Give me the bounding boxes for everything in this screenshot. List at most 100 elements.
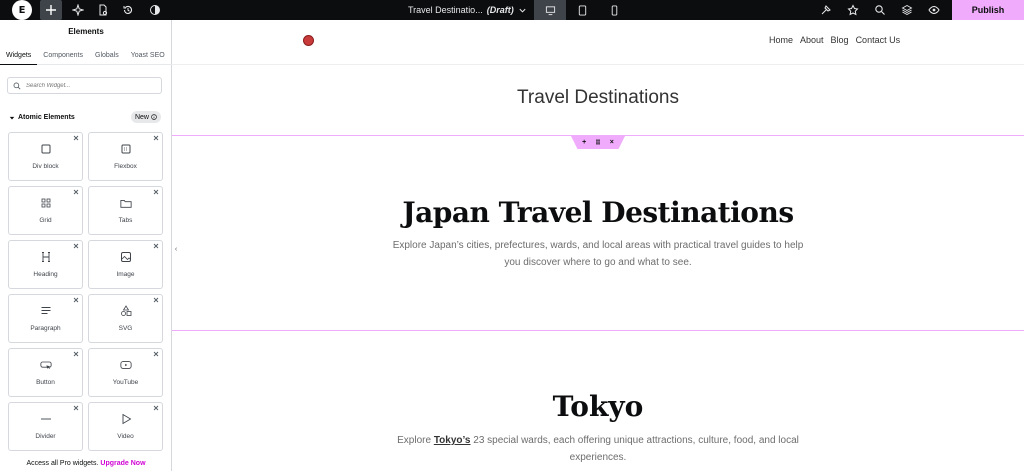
nav-contact-us[interactable]: Contact Us [856, 35, 901, 45]
pro-lock-icon [153, 243, 159, 249]
page-title[interactable]: Travel Destinations [172, 87, 1024, 109]
header-divider [172, 64, 1024, 65]
search-icon [13, 82, 21, 90]
promo-text: Access all Pro widgets. [26, 460, 99, 467]
widget-label: Flexbox [114, 163, 137, 170]
widget-label: SVG [118, 325, 133, 332]
widget-label: Grid [39, 217, 52, 224]
pro-lock-icon [73, 297, 79, 303]
page-canvas: Home About Blog Contact Us Travel Destin… [172, 20, 1024, 471]
widget-divider[interactable]: Divider [8, 402, 83, 451]
pro-lock-icon [153, 135, 159, 141]
section-handle[interactable]: + ⠿ × [571, 136, 625, 149]
tokyo-text-before: Explore [397, 435, 432, 446]
tokyo-link[interactable]: Tokyo’s [434, 435, 471, 446]
info-icon [151, 114, 157, 120]
widget-paragraph[interactable]: Paragraph [8, 294, 83, 343]
tokyo-paragraph[interactable]: Explore Tokyo’s 23 special wards, each o… [388, 432, 808, 466]
tab-globals[interactable]: Globals [89, 51, 125, 65]
panel-title: Elements [68, 27, 104, 36]
widget-label: Heading [33, 271, 58, 278]
youtube-icon [89, 359, 162, 371]
section-outline-top [172, 135, 1024, 136]
widget-image[interactable]: Image [88, 240, 163, 289]
tabs-icon [89, 197, 162, 209]
widget-tabs[interactable]: Tabs [88, 186, 163, 235]
document-title: Travel Destinatio... [408, 5, 483, 15]
svg-icon [89, 305, 162, 317]
document-title-dropdown[interactable]: Travel Destinatio... (Draft) [408, 0, 527, 20]
integrations-icon[interactable] [844, 0, 862, 20]
tab-components[interactable]: Components [37, 51, 89, 65]
image-icon [89, 251, 162, 263]
widget-label: Tabs [118, 217, 133, 224]
widget-svg[interactable]: SVG [88, 294, 163, 343]
publish-button[interactable]: Publish [952, 0, 1024, 20]
widget-grid[interactable]: Grid [8, 186, 83, 235]
pro-lock-icon [73, 405, 79, 411]
nav-blog[interactable]: Blog [831, 35, 849, 45]
grid-icon [9, 197, 82, 209]
editor-topbar: E Travel Destinatio... (Draft) Publish [0, 0, 1024, 20]
widget-label: Button [36, 379, 55, 386]
upgrade-promo: Access all Pro widgets. Upgrade Now [0, 460, 172, 467]
elements-panel: Elements Widgets Components Globals Yoas… [0, 20, 172, 471]
nav-about[interactable]: About [800, 35, 824, 45]
pro-lock-icon [73, 135, 79, 141]
hero-paragraph[interactable]: Explore Japan’s cities, prefectures, war… [388, 237, 808, 271]
chevron-down-icon [518, 6, 527, 15]
pro-lock-icon [153, 297, 159, 303]
hero-heading[interactable]: Japan Travel Destinations [172, 196, 1024, 229]
widget-label: YouTube [112, 379, 139, 386]
widget-search[interactable] [7, 77, 162, 94]
widget-button[interactable]: Button [8, 348, 83, 397]
site-logo[interactable] [303, 35, 314, 46]
tablet-icon[interactable] [566, 0, 598, 20]
site-nav: Home About Blog Contact Us [769, 35, 900, 45]
ai-sparkle-icon[interactable] [68, 0, 88, 20]
nav-home[interactable]: Home [769, 35, 793, 45]
structure-layers-icon[interactable] [898, 0, 916, 20]
preview-eye-icon[interactable] [925, 0, 943, 20]
heading-icon [9, 251, 82, 263]
new-badge-label: New [134, 113, 149, 121]
upgrade-link[interactable]: Upgrade Now [100, 460, 145, 467]
widget-heading[interactable]: Heading [8, 240, 83, 289]
theme-contrast-icon[interactable] [145, 0, 165, 20]
widget-video[interactable]: Video [88, 402, 163, 451]
add-section-icon[interactable]: + [582, 139, 586, 146]
tab-widgets[interactable]: Widgets [0, 51, 38, 65]
widget-youtube[interactable]: YouTube [88, 348, 163, 397]
panel-tabs: Widgets Components Globals Yoast SEO [0, 51, 172, 65]
widget-label: Divider [35, 433, 56, 440]
div-block-icon [9, 143, 82, 155]
category-atomic-elements[interactable]: Atomic Elements New [9, 111, 161, 124]
page-settings-icon[interactable] [93, 0, 113, 20]
elementor-logo-icon[interactable]: E [12, 0, 32, 20]
search-input[interactable] [26, 82, 156, 89]
add-element-icon[interactable] [40, 0, 62, 20]
button-icon [9, 359, 82, 371]
delete-section-icon[interactable]: × [610, 139, 614, 146]
widget-div-block[interactable]: Div block [8, 132, 83, 181]
video-icon [89, 413, 162, 425]
desktop-icon[interactable] [534, 0, 566, 20]
section-outline-bottom [172, 330, 1024, 331]
pro-lock-icon [153, 189, 159, 195]
tab-yoast-seo[interactable]: Yoast SEO [125, 51, 171, 65]
pro-lock-icon [73, 243, 79, 249]
category-label: Atomic Elements [18, 114, 75, 121]
document-status: (Draft) [486, 5, 514, 15]
history-icon[interactable] [118, 0, 138, 20]
new-badge[interactable]: New [130, 111, 161, 123]
hammer-icon[interactable] [817, 0, 835, 20]
drag-handle-icon[interactable]: ⠿ [595, 139, 600, 147]
flexbox-icon [89, 143, 162, 155]
search-icon[interactable] [871, 0, 889, 20]
tokyo-heading[interactable]: Tokyo [172, 390, 1024, 423]
widget-label: Image [116, 271, 135, 278]
caret-down-icon [9, 115, 15, 121]
mobile-icon[interactable] [598, 0, 630, 20]
tokyo-text-after: 23 special wards, each offering unique a… [473, 435, 799, 463]
widget-flexbox[interactable]: Flexbox [88, 132, 163, 181]
